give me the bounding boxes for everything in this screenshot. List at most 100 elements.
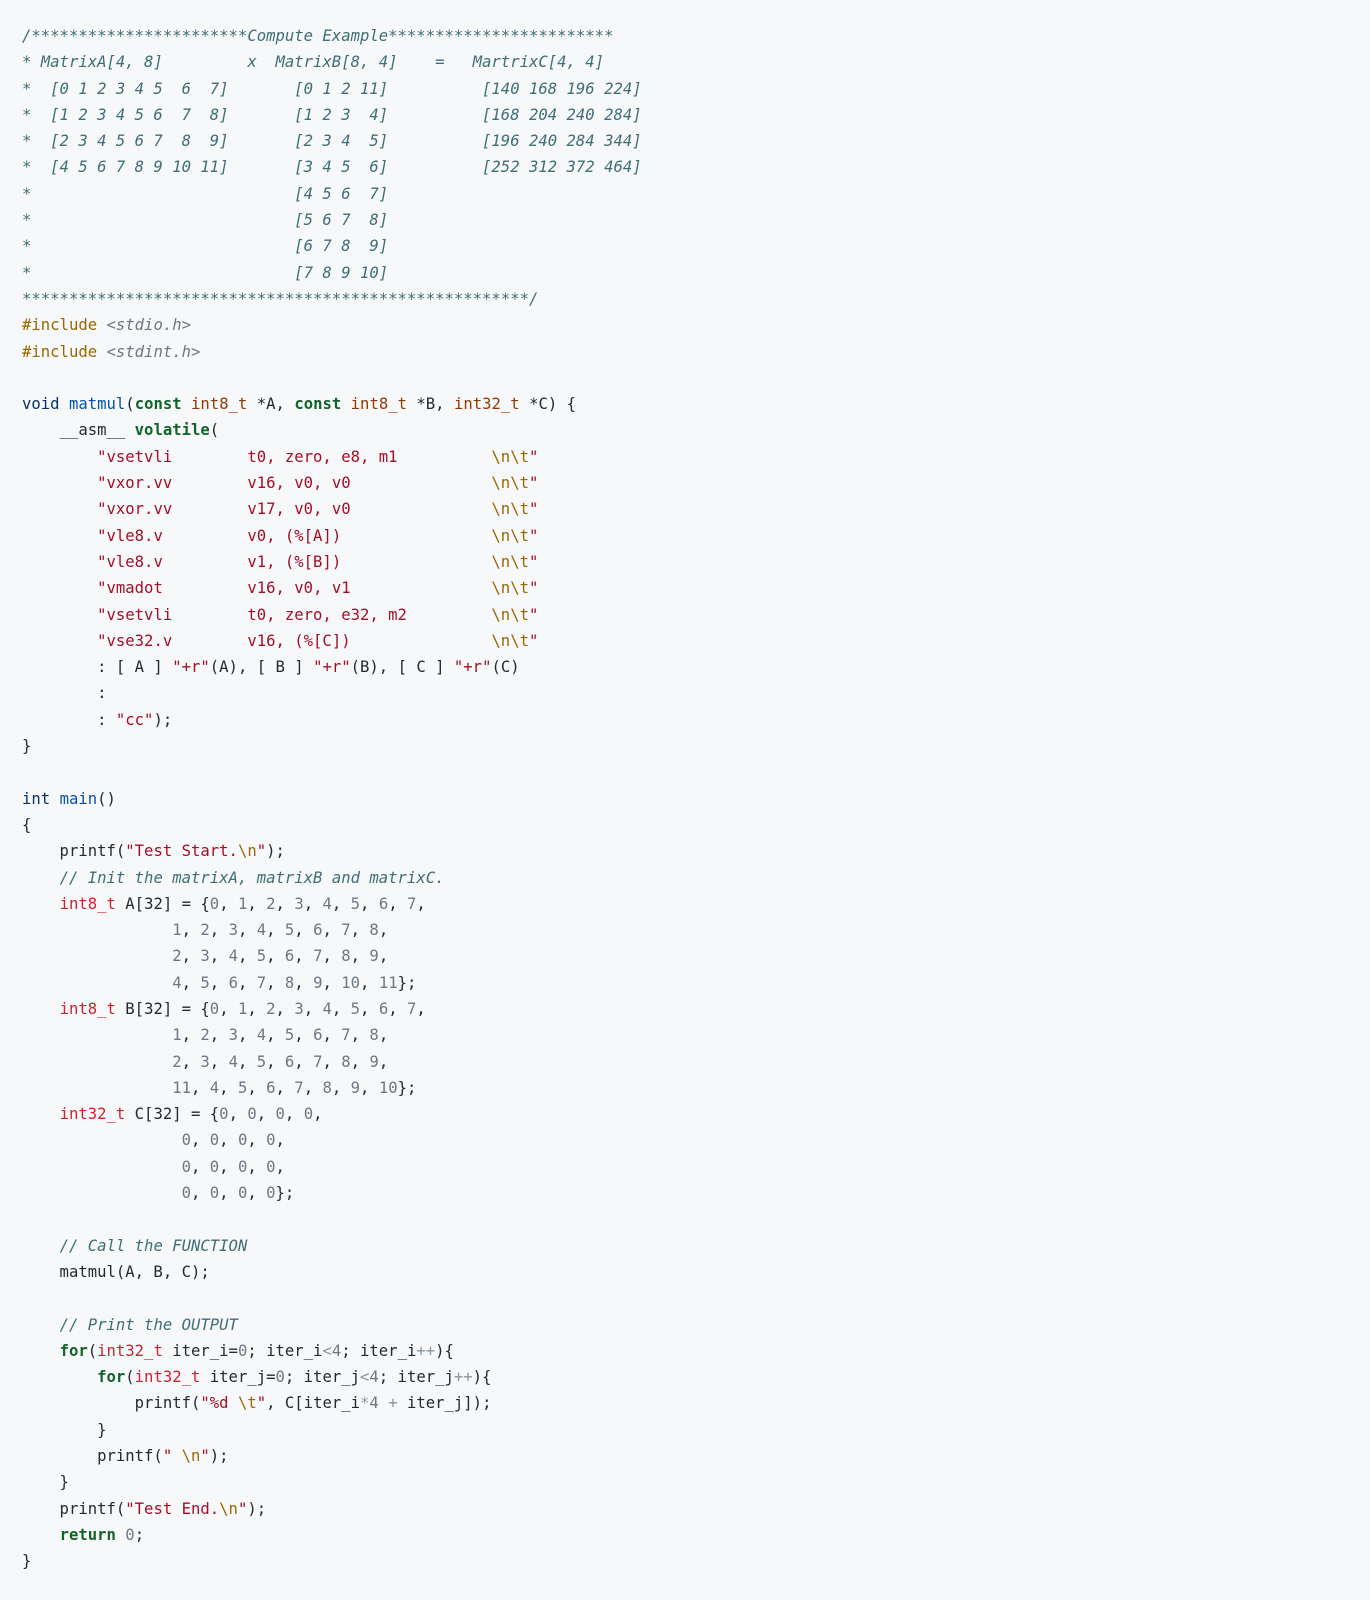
code-token: , bbox=[266, 1026, 285, 1045]
code-token: , bbox=[322, 921, 342, 940]
code-line: // Print the OUTPUT bbox=[22, 1312, 1370, 1338]
code-token: , bbox=[266, 973, 285, 992]
code-token: } bbox=[22, 1552, 32, 1571]
code-line: // Init the matrixA, matrixB and matrixC… bbox=[22, 865, 1370, 891]
code-line: 2, 3, 4, 5, 6, 7, 8, 9, bbox=[22, 1049, 1370, 1075]
code-line: void matmul(const int8_t *A, const int8_… bbox=[22, 391, 1370, 417]
code-token: , bbox=[247, 1078, 267, 1097]
code-token: 2 bbox=[172, 1052, 182, 1071]
code-token: 4 bbox=[228, 947, 238, 966]
code-token: * bbox=[360, 1394, 370, 1413]
code-token: 3 bbox=[294, 894, 304, 913]
code-token: , bbox=[266, 1052, 285, 1071]
code-token: 0 bbox=[303, 1105, 314, 1124]
code-token: + bbox=[388, 1394, 398, 1413]
code-token: " bbox=[256, 1394, 267, 1413]
code-token: 6 bbox=[284, 1052, 295, 1071]
code-token: \n bbox=[219, 1499, 238, 1518]
code-token: , bbox=[350, 1052, 370, 1071]
code-token: 0 bbox=[266, 1184, 276, 1203]
code-line: } bbox=[22, 1469, 1370, 1495]
code-line: printf(" \n"); bbox=[22, 1443, 1370, 1469]
code-token: }; bbox=[397, 1078, 417, 1097]
code-token: ( bbox=[125, 395, 135, 414]
code-token: 8 bbox=[369, 921, 379, 940]
code-token: * [5 6 7 8] bbox=[22, 211, 389, 230]
code-line: /***********************Compute Example*… bbox=[22, 23, 1370, 49]
code-line: } bbox=[22, 1548, 1370, 1574]
code-token: (A), [ B ] bbox=[209, 658, 314, 677]
code-token: , bbox=[209, 947, 229, 966]
code-token: , bbox=[303, 894, 323, 913]
code-line: } bbox=[22, 733, 1370, 759]
code-token: 11 bbox=[378, 973, 398, 992]
code-token: , bbox=[181, 947, 201, 966]
code-line: int32_t C[32] = {0, 0, 0, 0, bbox=[22, 1101, 1370, 1127]
code-token: ); bbox=[266, 842, 285, 861]
code-token: " bbox=[528, 447, 539, 466]
code-token: " bbox=[528, 579, 539, 598]
code-token: , bbox=[378, 1026, 389, 1045]
code-token: "vsetvli t0, zero, e8, m1 bbox=[97, 447, 492, 466]
code-token: , bbox=[350, 921, 370, 940]
code-token: , bbox=[331, 1078, 351, 1097]
code-token: 6 bbox=[228, 973, 238, 992]
code-token: 5 bbox=[350, 894, 361, 913]
code-token: , bbox=[247, 894, 267, 913]
code-token: , bbox=[313, 1105, 323, 1124]
code-token: : [ A ] bbox=[22, 658, 173, 677]
code-token: ); bbox=[247, 1499, 267, 1518]
code-token: <stdint.h> bbox=[106, 342, 201, 361]
code-token: 4 bbox=[256, 921, 267, 940]
code-token: 1 bbox=[237, 999, 248, 1018]
code-line: "vsetvli t0, zero, e8, m1 \n\t" bbox=[22, 444, 1370, 470]
code-token: , bbox=[378, 1052, 389, 1071]
code-token: __asm__ bbox=[22, 421, 135, 440]
code-token: #include bbox=[22, 316, 98, 335]
code-token: int8_t bbox=[59, 999, 116, 1018]
code-line: 1, 2, 3, 4, 5, 6, 7, 8, bbox=[22, 1022, 1370, 1048]
code-line: : "cc"); bbox=[22, 707, 1370, 733]
code-token: 4 bbox=[228, 1052, 238, 1071]
code-line: } bbox=[22, 1417, 1370, 1443]
code-token: " bbox=[528, 552, 539, 571]
code-token: , bbox=[331, 999, 351, 1018]
code-token: , bbox=[360, 894, 379, 913]
code-token: (B), [ C ] bbox=[350, 658, 454, 677]
code-token: ; iter_j bbox=[284, 1368, 360, 1387]
code-token: , bbox=[322, 947, 342, 966]
code-token: () bbox=[97, 789, 116, 808]
code-token: volatile bbox=[134, 421, 210, 440]
code-token: 0 bbox=[247, 1105, 257, 1124]
code-token: printf( bbox=[22, 1447, 163, 1466]
code-token: , bbox=[191, 1078, 210, 1097]
code-token: \n\t bbox=[491, 552, 529, 571]
code-token: \n\t bbox=[491, 500, 529, 519]
code-token: * MatrixA[4, 8] x MatrixB[8, 4] = Martri… bbox=[22, 53, 605, 72]
code-token: , bbox=[247, 1131, 267, 1150]
code-token: 0 bbox=[181, 1131, 191, 1150]
code-token: ); bbox=[209, 1447, 229, 1466]
code-line: printf("Test Start.\n"); bbox=[22, 838, 1370, 864]
code-token: , bbox=[228, 1105, 248, 1124]
code-token: 0 bbox=[266, 1157, 276, 1176]
code-token: 0 bbox=[237, 1341, 248, 1360]
code-token: 7 bbox=[407, 894, 417, 913]
code-token: printf( bbox=[22, 1394, 201, 1413]
code-token: "vxor.vv v17, v0, v0 bbox=[97, 500, 492, 519]
code-token: , bbox=[294, 973, 314, 992]
code-token: 7 bbox=[341, 1026, 351, 1045]
code-token: "vle8.v v1, (%[B]) bbox=[97, 552, 492, 571]
